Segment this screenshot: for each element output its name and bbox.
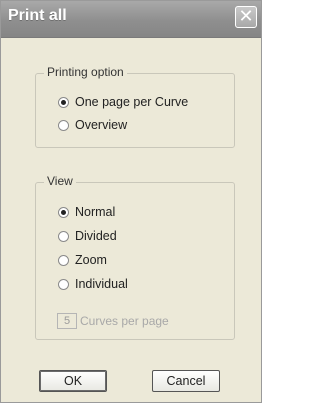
title-bar[interactable]: Print all ✕ <box>1 1 261 38</box>
close-button[interactable]: ✕ <box>235 6 257 28</box>
radio-zoom[interactable]: Zoom <box>58 253 107 267</box>
cancel-button[interactable]: Cancel <box>152 370 220 392</box>
radio-one-page-per-curve[interactable]: One page per Curve <box>58 95 188 109</box>
close-icon: ✕ <box>238 6 254 27</box>
radio-normal[interactable]: Normal <box>58 205 115 219</box>
radio-button-icon <box>58 278 69 290</box>
radio-divided[interactable]: Divided <box>58 229 117 243</box>
radio-button-icon <box>58 254 69 266</box>
printing-option-label: Printing option <box>44 65 127 79</box>
radio-label: Individual <box>75 277 128 291</box>
dialog-title: Print all <box>8 7 67 24</box>
printing-option-group: Printing option <box>35 65 235 148</box>
radio-button-icon <box>58 119 69 131</box>
ok-button[interactable]: OK <box>39 370 107 392</box>
curves-per-page-input[interactable]: 5 <box>57 313 77 329</box>
radio-overview[interactable]: Overview <box>58 118 127 132</box>
curves-per-page-label: Curves per page <box>80 314 169 328</box>
radio-individual[interactable]: Individual <box>58 277 128 291</box>
print-all-dialog: Print all ✕ Printing option One page per… <box>0 0 262 403</box>
radio-button-icon <box>58 230 69 242</box>
radio-button-icon <box>58 96 69 108</box>
radio-label: One page per Curve <box>75 95 189 109</box>
view-label: View <box>44 174 76 188</box>
radio-button-icon <box>58 206 69 218</box>
radio-label: Zoom <box>75 253 107 267</box>
radio-label: Divided <box>75 229 117 243</box>
radio-label: Normal <box>75 205 116 219</box>
radio-label: Overview <box>75 118 128 132</box>
curves-per-page-row: 5 Curves per page <box>57 313 169 329</box>
